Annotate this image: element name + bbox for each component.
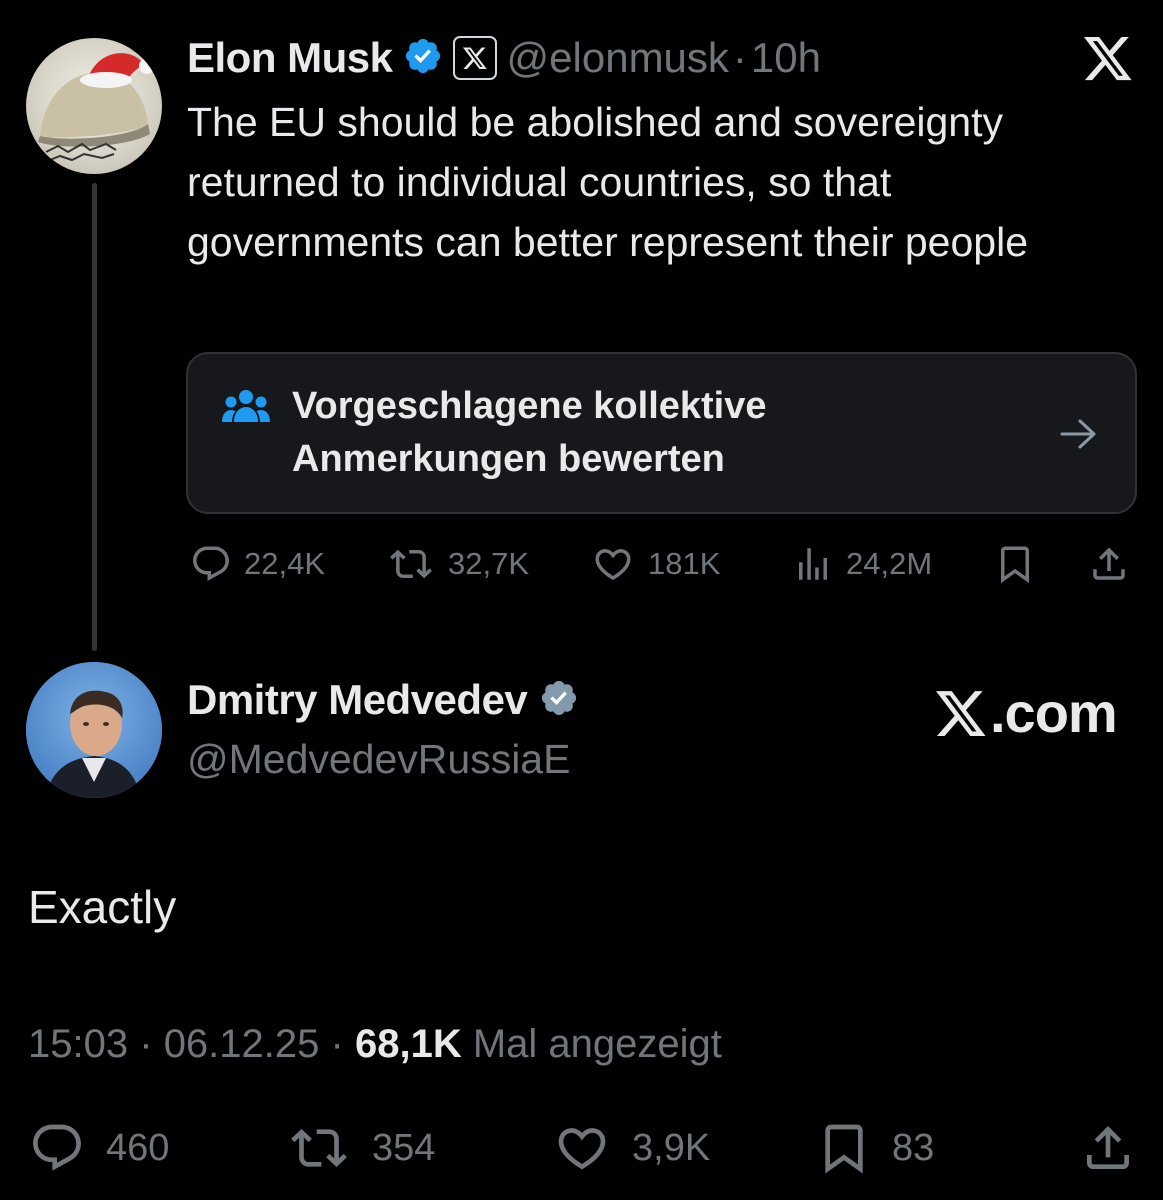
bookmark-icon <box>825 1124 863 1174</box>
repost-button[interactable]: 354 <box>286 1120 435 1176</box>
tweet-header: Elon Musk @elonmusk · 10h <box>187 28 821 88</box>
tweet-header: Dmitry Medvedev <box>187 676 579 724</box>
repost-button[interactable]: 32,7K <box>386 543 529 585</box>
author-handle[interactable]: @elonmusk <box>507 34 729 82</box>
community-notes-card[interactable]: Vorgeschlagene kollektive Anmerkungen be… <box>186 352 1137 514</box>
verified-badge-icon[interactable] <box>539 678 579 723</box>
repost-icon <box>291 1129 347 1167</box>
share-icon <box>1087 1126 1129 1169</box>
thread-connector-line <box>92 183 97 651</box>
separator-dot: · <box>732 34 747 81</box>
bookmark-button[interactable]: 83 <box>816 1120 934 1176</box>
x-affiliate-badge-icon[interactable] <box>452 36 497 80</box>
tweet-date[interactable]: 06.12.25 <box>164 1022 320 1066</box>
views-label: Mal angezeigt <box>472 1022 722 1066</box>
tweet-text: Exactly <box>28 881 177 933</box>
analytics-icon <box>799 548 827 580</box>
share-button[interactable] <box>1088 543 1130 585</box>
reply-button[interactable]: 22,4K <box>190 543 325 585</box>
avatar-dmitry-medvedev[interactable] <box>26 662 162 798</box>
like-count: 181K <box>648 546 721 581</box>
like-button[interactable]: 3,9K <box>552 1120 710 1176</box>
tweet-meta: 15:03 · 06.12.25 · 68,1K Mal angezeigt <box>28 1022 722 1067</box>
reply-count: 460 <box>106 1126 170 1169</box>
reply-count: 22,4K <box>244 546 326 581</box>
heart-icon <box>595 549 631 581</box>
views-button[interactable]: 24,2M <box>792 543 932 585</box>
arrow-right-icon <box>1058 416 1100 452</box>
like-count: 3,9K <box>632 1126 711 1169</box>
author-handle[interactable]: @MedvedevRussiaE <box>187 736 570 783</box>
views-count: 24,2M <box>846 546 933 581</box>
bookmark-count: 83 <box>892 1126 935 1169</box>
repost-icon <box>390 549 432 579</box>
bookmark-button[interactable] <box>994 543 1036 585</box>
x-logo-icon <box>1082 32 1134 84</box>
tweet-time[interactable]: 15:03 <box>28 1022 128 1066</box>
repost-count: 354 <box>372 1126 436 1169</box>
avatar-image <box>38 53 155 162</box>
heart-icon <box>558 1128 606 1170</box>
tweet-time[interactable]: 10h <box>751 34 821 82</box>
avatar-image <box>26 662 162 798</box>
share-button[interactable] <box>1080 1120 1136 1176</box>
watermark-text: .com <box>990 681 1118 744</box>
repost-count: 32,7K <box>448 546 530 581</box>
tweet-text: The EU should be abolished and sovereign… <box>187 99 1029 265</box>
author-name[interactable]: Dmitry Medvedev <box>187 676 528 724</box>
like-button[interactable]: 181K <box>590 543 720 585</box>
separator-dot: · <box>139 1022 153 1066</box>
verified-badge-icon[interactable] <box>403 36 443 81</box>
x-logo-icon <box>936 690 986 736</box>
bookmark-icon <box>1001 546 1029 584</box>
author-name[interactable]: Elon Musk <box>187 34 393 82</box>
reply-icon <box>33 1124 81 1171</box>
reply-icon <box>193 546 229 581</box>
separator-dot: · <box>330 1022 344 1066</box>
reply-button[interactable]: 460 <box>28 1120 169 1176</box>
community-notes-label: Vorgeschlagene kollektive Anmerkungen be… <box>292 385 767 480</box>
avatar-elon-musk[interactable] <box>26 38 162 174</box>
people-icon <box>222 388 270 428</box>
share-icon <box>1093 547 1125 580</box>
views-count: 68,1K <box>354 1022 462 1066</box>
x-com-watermark: .com <box>932 680 1118 745</box>
